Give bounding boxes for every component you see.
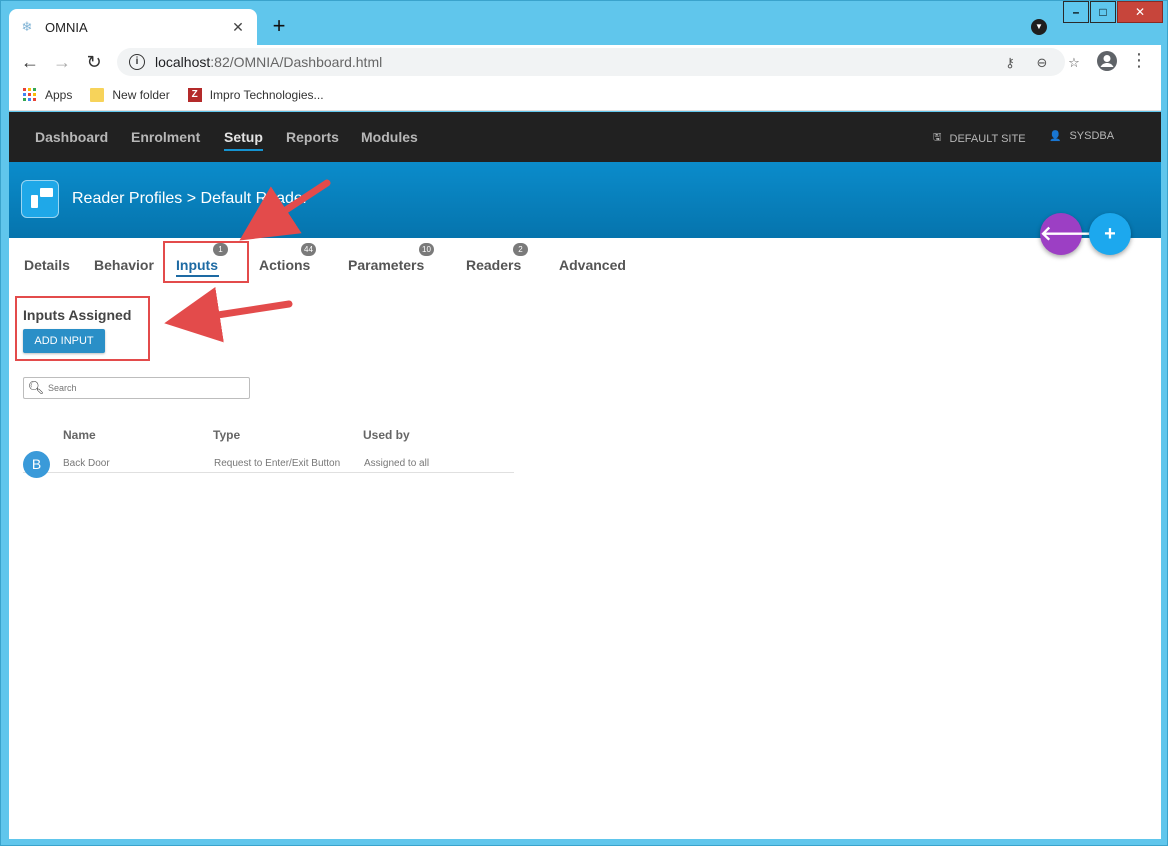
bookmarks-bar: Apps New folder Z Impro Technologies... — [9, 79, 1161, 111]
key-icon[interactable]: ⚷ — [1001, 55, 1019, 71]
close-window-button[interactable]: ✕ — [1117, 1, 1163, 23]
arrow-to-inputs-assigned — [164, 287, 293, 343]
menu-kebab-icon[interactable]: ⋮ — [1127, 50, 1151, 71]
account-icon[interactable] — [1095, 50, 1119, 77]
browser-window: ❄ OMNIA ✕ + ▼ – □ ✕ ← → ↻ i localhost:82… — [0, 0, 1168, 846]
arrow-to-inputs-tab — [239, 179, 331, 241]
reload-icon[interactable]: ↻ — [83, 51, 105, 73]
forward-arrow-icon[interactable]: → — [51, 51, 73, 73]
app-content: Dashboard Enrolment Setup Reports Module… — [9, 112, 1161, 839]
browser-tab[interactable]: ❄ OMNIA ✕ — [9, 9, 257, 45]
site-info-icon[interactable]: i — [129, 54, 145, 70]
browser-tab-title: OMNIA — [45, 19, 88, 35]
bookmark-star-icon[interactable]: ☆ — [1065, 55, 1083, 71]
impro-logo-icon: Z — [187, 87, 202, 102]
tab-search-icon[interactable]: ▼ — [1031, 19, 1047, 35]
annotation-arrows — [164, 179, 331, 343]
minimize-button[interactable]: – — [1063, 1, 1089, 23]
back-arrow-icon[interactable]: ← — [19, 51, 41, 73]
browser-toolbar: ← → ↻ i localhost:82/OMNIA/Dashboard.htm… — [9, 45, 1161, 79]
bookmark-apps[interactable]: Apps — [23, 87, 72, 102]
close-tab-icon[interactable]: ✕ — [229, 19, 247, 36]
bookmark-new-folder[interactable]: New folder — [90, 87, 170, 102]
address-bar[interactable]: i localhost:82/OMNIA/Dashboard.html ⚷ ⊖ … — [117, 48, 1080, 76]
maximize-button[interactable]: □ — [1090, 1, 1116, 23]
folder-icon — [90, 87, 105, 102]
new-tab-button[interactable]: + — [267, 13, 291, 39]
url-text[interactable]: localhost:82/OMNIA/Dashboard.html — [155, 54, 382, 70]
apps-grid-icon — [23, 87, 37, 102]
omnia-favicon-icon: ❄ — [21, 19, 33, 34]
zoom-icon[interactable]: ⊖ — [1033, 55, 1051, 71]
bookmark-impro[interactable]: Z Impro Technologies... — [187, 87, 324, 102]
